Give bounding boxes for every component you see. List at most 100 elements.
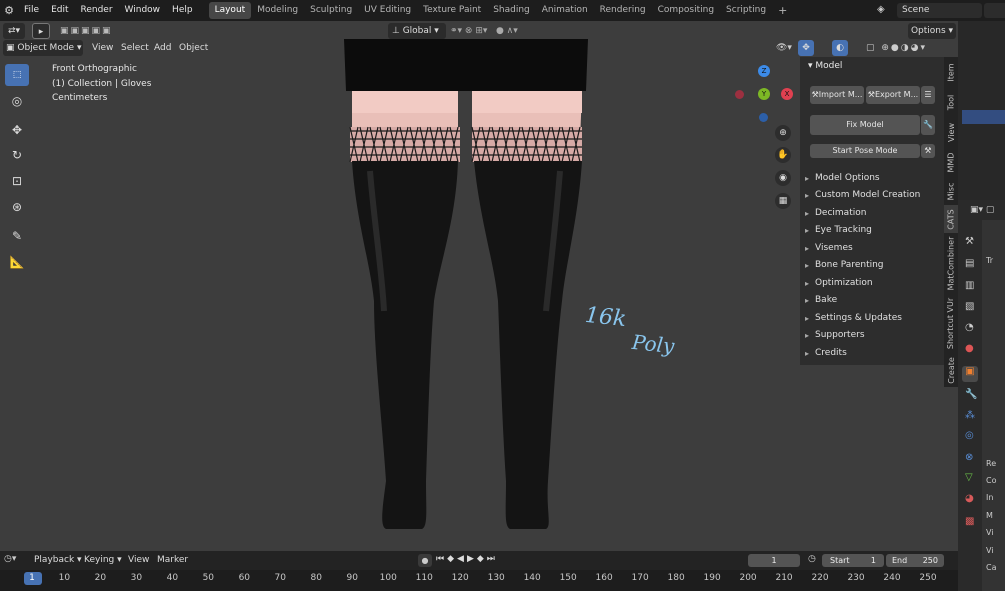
vtab-tool[interactable]: Tool [944, 87, 958, 117]
props-tab-tool-icon[interactable]: ⚒ [965, 236, 974, 247]
pose-mode-extra-button[interactable]: ⚒ [921, 144, 935, 158]
view-layer-field[interactable] [984, 3, 1005, 18]
props-tab-modifier-icon[interactable]: 🔧 [965, 389, 977, 400]
z-axis-handle[interactable]: Z [758, 65, 770, 77]
props-row[interactable]: M [986, 511, 993, 520]
menu-help[interactable]: Help [166, 0, 199, 21]
vtab-view[interactable]: View [944, 117, 958, 147]
tab-uv-editing[interactable]: UV Editing [358, 2, 417, 19]
vtab-cats[interactable]: CATS [944, 205, 958, 233]
vtab-shortcut-vur[interactable]: Shortcut VUr [944, 293, 958, 353]
editor-type-button[interactable]: ⇄▾ [3, 23, 25, 39]
vtab-mmd[interactable]: MMD [944, 147, 958, 177]
fix-model-button[interactable]: Fix Model [810, 115, 920, 135]
vtab-item[interactable]: Item [944, 57, 958, 87]
section-model-options[interactable]: Model Options [800, 170, 944, 187]
menu-render[interactable]: Render [75, 0, 119, 21]
props-tab-object-icon[interactable]: ▣ [962, 366, 978, 382]
import-model-button[interactable]: ⚒Import M... [810, 86, 864, 104]
camera-icon[interactable]: ◉ [775, 170, 791, 186]
navigation-gizmo[interactable]: Z Y X [730, 64, 795, 129]
menu-object[interactable]: Object [179, 40, 208, 56]
menu-timeline-view[interactable]: View [128, 555, 149, 565]
end-frame-field[interactable]: End 250 [886, 554, 944, 567]
props-row[interactable]: Vi [986, 528, 994, 537]
section-optimization[interactable]: Optimization [800, 275, 944, 292]
props-row[interactable]: Co [986, 476, 996, 485]
panel-title[interactable]: ▾ Model [808, 61, 842, 71]
menu-window[interactable]: Window [119, 0, 167, 21]
current-frame-field[interactable]: 1 [748, 554, 800, 567]
timeline-editor-type-button[interactable]: ◷▾ [4, 554, 16, 564]
properties-header[interactable]: ▣▾ ▢ [958, 205, 1005, 221]
fix-model-settings-button[interactable]: 🔧 [921, 115, 935, 135]
menu-view[interactable]: View [92, 40, 113, 56]
section-supporters[interactable]: Supporters [800, 327, 944, 344]
cursor-tool-icon[interactable]: ◎ [5, 90, 29, 112]
section-visemes[interactable]: Visemes [800, 240, 944, 257]
props-row[interactable]: Vi [986, 546, 994, 555]
mode-dropdown[interactable]: ▣ Object Mode ▾ [3, 40, 83, 56]
select-box-button[interactable]: ▸ [32, 23, 50, 39]
measure-tool-icon[interactable]: 📐 [5, 251, 29, 273]
outliner-selected-row[interactable] [962, 110, 1005, 124]
transform-orientation-dropdown[interactable]: ⊥ Global ▾ [388, 23, 446, 39]
props-tab-constraints-icon[interactable]: ⊗ [965, 452, 973, 463]
props-tab-material-icon[interactable]: ◕ [965, 493, 974, 504]
add-workspace-button[interactable]: + [772, 2, 793, 19]
preview-range-icon[interactable]: ◷ [808, 554, 816, 564]
start-frame-field[interactable]: Start 1 [822, 554, 884, 567]
props-row[interactable]: Ca [986, 563, 997, 572]
grid-icon[interactable]: ▦ [775, 193, 791, 209]
autokey-toggle-icon[interactable]: ● [418, 554, 432, 567]
transform-tool-icon[interactable]: ⊛ [5, 196, 29, 218]
zoom-icon[interactable]: ⊕ [775, 125, 791, 141]
select-tool-icon[interactable]: ⬚ [5, 64, 29, 86]
props-tab-world-icon[interactable]: ● [965, 343, 974, 354]
vtab-matcombiner[interactable]: MatCombiner [944, 233, 958, 293]
section-bake[interactable]: Bake [800, 292, 944, 309]
props-tab-data-icon[interactable]: ▽ [965, 472, 973, 483]
props-tab-render-icon[interactable]: ▤ [965, 258, 974, 269]
props-row[interactable]: Re [986, 459, 996, 468]
props-tab-physics-icon[interactable]: ◎ [965, 430, 974, 441]
section-eye-tracking[interactable]: Eye Tracking [800, 222, 944, 239]
menu-edit[interactable]: Edit [45, 0, 74, 21]
section-custom-model-creation[interactable]: Custom Model Creation [800, 187, 944, 204]
outliner-area[interactable] [958, 21, 1005, 200]
pivot-snap-icons[interactable]: ⚭▾ ⊗ ⊞▾ ● ∧▾ [450, 23, 560, 39]
props-tab-scene-icon[interactable]: ◔ [965, 322, 974, 333]
menu-keying[interactable]: Keying ▾ [84, 555, 122, 565]
neg-x-axis-handle[interactable] [735, 90, 744, 99]
tab-compositing[interactable]: Compositing [652, 2, 720, 19]
props-tab-texture-icon[interactable]: ▩ [965, 516, 974, 527]
shading-mode-icons[interactable]: ▢ ⊕●◑◕▾ [866, 40, 951, 56]
playback-controls[interactable]: ⏮◆◀▶◆⏭ [436, 554, 498, 564]
vtab-misc[interactable]: Misc [944, 177, 958, 205]
tab-texture-paint[interactable]: Texture Paint [417, 2, 487, 19]
select-mode-icons[interactable]: ▣▣▣▣▣ [60, 23, 130, 39]
section-settings-updates[interactable]: Settings & Updates [800, 310, 944, 327]
section-credits[interactable]: Credits [800, 345, 944, 362]
export-menu-button[interactable]: ☰ [921, 86, 935, 104]
blender-logo-icon[interactable]: ⚙ [0, 4, 18, 17]
tab-layout[interactable]: Layout [208, 2, 252, 19]
tab-sculpting[interactable]: Sculpting [304, 2, 358, 19]
menu-select[interactable]: Select [121, 40, 149, 56]
annotate-tool-icon[interactable]: ✎ [5, 225, 29, 247]
visibility-icon[interactable]: 👁▾ [776, 40, 792, 56]
start-pose-mode-button[interactable]: Start Pose Mode [810, 144, 920, 158]
section-decimation[interactable]: Decimation [800, 205, 944, 222]
scene-selector[interactable]: Scene [897, 3, 982, 18]
export-model-button[interactable]: ⚒Export M... [866, 86, 920, 104]
tab-animation[interactable]: Animation [536, 2, 594, 19]
scene-icon[interactable]: ◈ [877, 4, 885, 15]
timeline-ruler[interactable]: 1 10 20 30 40 50 60 70 80 90 100 110 120 130 140 150 160… [0, 570, 958, 591]
rotate-tool-icon[interactable]: ↻ [5, 144, 29, 166]
props-tab-view-layer-icon[interactable]: ▧ [965, 301, 974, 312]
move-tool-icon[interactable]: ✥ [5, 119, 29, 141]
menu-file[interactable]: File [18, 0, 45, 21]
menu-playback[interactable]: Playback ▾ [34, 555, 82, 565]
scale-tool-icon[interactable]: ⊡ [5, 170, 29, 192]
props-row[interactable]: In [986, 493, 993, 502]
